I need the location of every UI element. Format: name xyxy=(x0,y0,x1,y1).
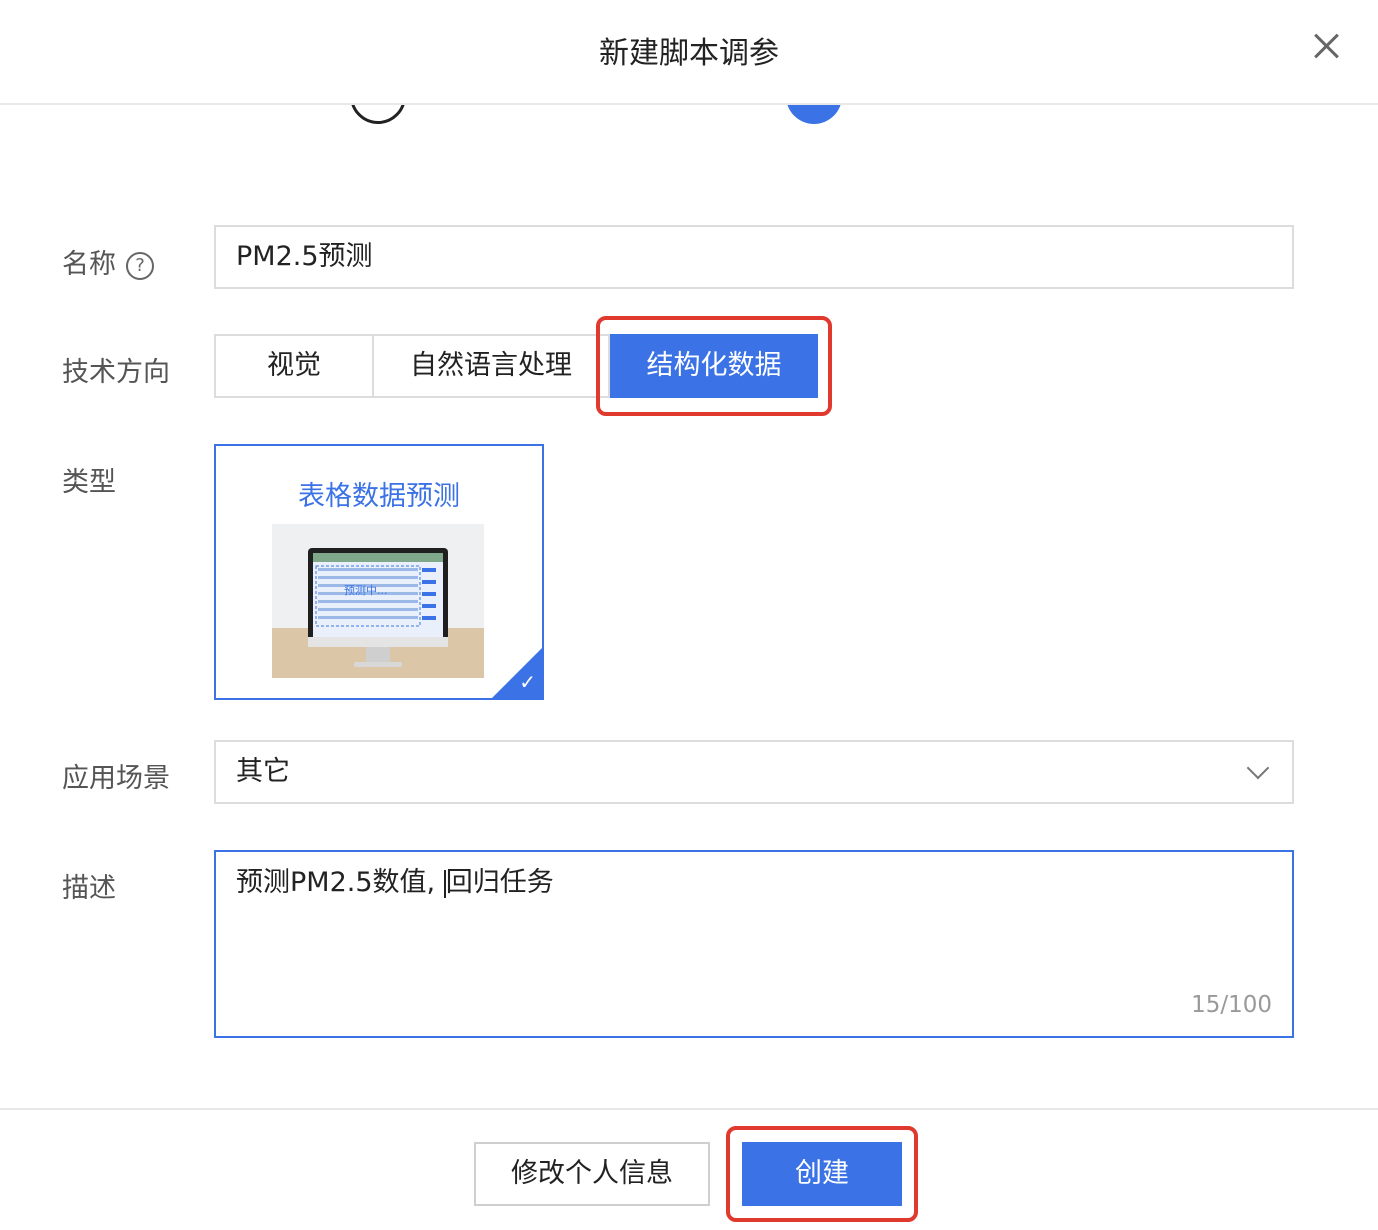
direction-option-nlp[interactable]: 自然语言处理 xyxy=(374,334,610,398)
description-text-before: 预测PM2.5数值, xyxy=(236,867,436,898)
char-counter: 15/100 xyxy=(1191,992,1272,1018)
description-textarea[interactable]: 预测PM2.5数值, 回归任务 15/100 xyxy=(214,850,1294,1038)
type-card-table-prediction[interactable]: 表格数据预测 预测中... ✓ xyxy=(214,444,544,700)
footer-divider xyxy=(0,1108,1378,1110)
chevron-down-icon xyxy=(1246,756,1270,780)
scene-select[interactable]: 其它 xyxy=(214,740,1294,804)
dialog-header: 新建脚本调参 xyxy=(0,0,1378,105)
type-label: 类型 xyxy=(62,467,116,498)
close-icon[interactable] xyxy=(1308,28,1344,64)
type-card-title: 表格数据预测 xyxy=(298,481,460,512)
description-label: 描述 xyxy=(62,873,116,904)
direction-option-vision[interactable]: 视觉 xyxy=(214,334,374,398)
highlight-box-create xyxy=(726,1126,918,1222)
check-icon: ✓ xyxy=(519,670,536,694)
highlight-box-direction xyxy=(596,316,832,416)
scene-select-value: 其它 xyxy=(236,756,290,787)
dialog-title: 新建脚本调参 xyxy=(599,36,779,71)
direction-label: 技术方向 xyxy=(62,357,170,388)
monitor-image: 预测中... xyxy=(272,524,484,678)
name-label-text: 名称 xyxy=(62,249,116,280)
help-icon[interactable]: ? xyxy=(126,251,154,280)
description-text-after: 回归任务 xyxy=(445,867,554,898)
edit-profile-button[interactable]: 修改个人信息 xyxy=(474,1142,710,1206)
name-label: 名称? xyxy=(62,242,154,281)
scene-label: 应用场景 xyxy=(62,763,170,794)
monitor-status-text: 预测中... xyxy=(344,584,388,597)
name-input[interactable]: PM2.5预测 xyxy=(214,225,1294,289)
